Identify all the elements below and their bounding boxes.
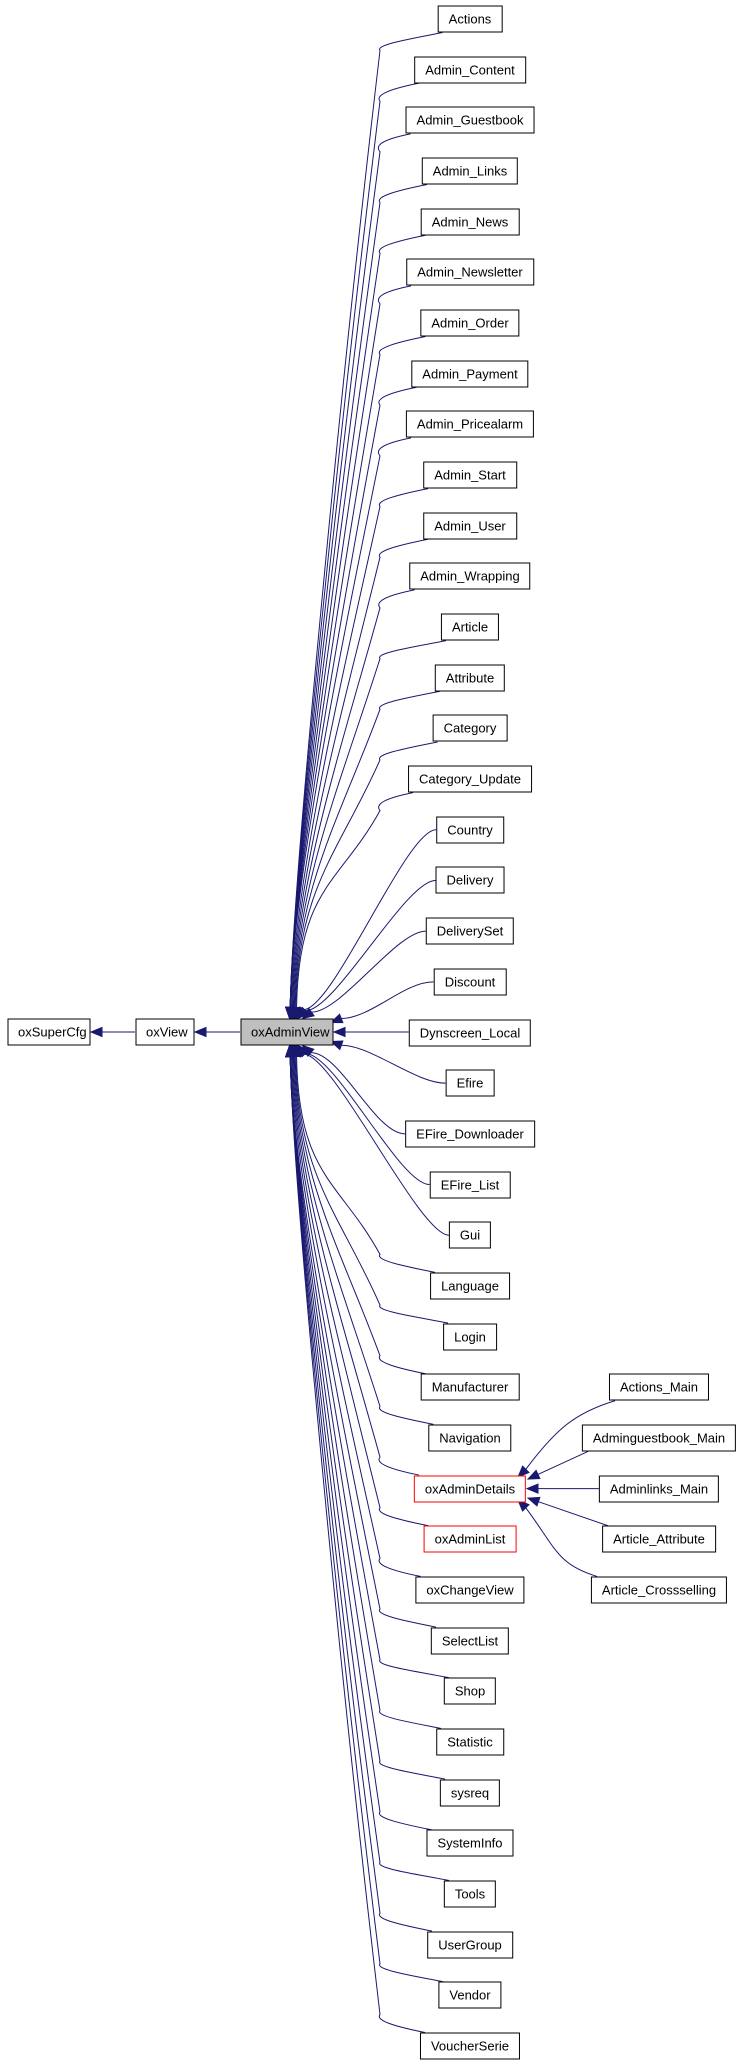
class-node-efire-downloader[interactable]: EFire_Downloader [405, 1120, 535, 1148]
class-node-oxadminview-current[interactable]: oxAdminView [240, 1018, 333, 1046]
class-node-usergroup[interactable]: UserGroup [427, 1931, 513, 1959]
class-node-oxchangeview[interactable]: oxChangeView [415, 1576, 525, 1604]
edge-admin-links [289, 184, 428, 1008]
edge-tools [289, 1056, 450, 1881]
edge-category-update [296, 792, 414, 1008]
edge-statistic [289, 1056, 442, 1729]
class-node-login[interactable]: Login [443, 1323, 497, 1351]
class-node-article-attribute[interactable]: Article_Attribute [602, 1525, 716, 1553]
class-node-admin-user[interactable]: Admin_User [423, 512, 517, 540]
class-node-category-update[interactable]: Category_Update [408, 765, 532, 793]
edge-article-attribute [538, 1501, 609, 1527]
edge-adminguestbook-main [537, 1450, 589, 1475]
edge-admin-payment [289, 386, 417, 1008]
class-node-admin-links[interactable]: Admin_Links [421, 157, 519, 185]
class-node-vendor[interactable]: Vendor [438, 1981, 502, 2009]
class-node-adminlinks-main[interactable]: Adminlinks_Main [598, 1475, 720, 1503]
class-node-language[interactable]: Language [430, 1272, 510, 1300]
class-node-admin-content[interactable]: Admin_Content [414, 56, 526, 84]
class-node-voucherserie[interactable]: VoucherSerie [419, 2032, 521, 2060]
class-node-selectlist[interactable]: SelectList [430, 1627, 510, 1655]
class-node-admin-newsletter[interactable]: Admin_Newsletter [406, 258, 534, 286]
class-node-article[interactable]: Article [440, 613, 500, 641]
class-node-oxview[interactable]: oxView [135, 1018, 194, 1046]
class-node-admin-payment[interactable]: Admin_Payment [411, 360, 529, 388]
class-node-admin-guestbook[interactable]: Admin_Guestbook [405, 106, 535, 134]
class-node-statistic[interactable]: Statistic [436, 1728, 504, 1756]
edge-country [303, 829, 437, 1011]
edge-admin-newsletter [289, 285, 412, 1008]
class-node-systeminfo[interactable]: SystemInfo [426, 1829, 514, 1857]
arrowhead-adminlinks-main [525, 1483, 539, 1494]
class-node-shop[interactable]: Shop [443, 1677, 497, 1705]
class-node-admin-news[interactable]: Admin_News [420, 208, 520, 236]
class-node-oxadmindetails[interactable]: oxAdminDetails [413, 1475, 527, 1503]
edge-efire [341, 1044, 446, 1084]
class-node-efire-list[interactable]: EFire_List [429, 1171, 511, 1199]
edge-voucherserie [289, 1056, 426, 2033]
edge-admin-news [289, 234, 426, 1008]
edge-language [296, 1056, 436, 1273]
class-node-admin-order[interactable]: Admin_Order [420, 309, 520, 337]
arrowhead-dynscreen-local [332, 1026, 346, 1038]
class-node-sysreq[interactable]: sysreq [439, 1779, 501, 1807]
class-node-actions-main[interactable]: Actions_Main [608, 1373, 710, 1401]
class-node-tools[interactable]: Tools [443, 1880, 497, 1908]
class-node-navigation[interactable]: Navigation [428, 1424, 512, 1452]
class-node-delivery[interactable]: Delivery [435, 866, 505, 894]
class-node-manufacturer[interactable]: Manufacturer [420, 1373, 520, 1401]
arrowhead-adminguestbook-main [526, 1469, 541, 1480]
class-node-attribute[interactable]: Attribute [434, 664, 506, 692]
class-node-dynscreen-local[interactable]: Dynscreen_Local [408, 1019, 532, 1046]
class-node-gui[interactable]: Gui [448, 1221, 492, 1249]
class-node-deliveryset[interactable]: DeliverySet [425, 917, 515, 945]
class-node-category[interactable]: Category [432, 714, 508, 742]
class-node-oxsupercfg[interactable]: oxSuperCfg [7, 1018, 90, 1046]
inheritance-edges [89, 32, 616, 2033]
arrowhead-article-attribute [526, 1496, 541, 1507]
class-node-actions[interactable]: Actions [437, 5, 503, 33]
class-node-admin-pricealarm[interactable]: Admin_Pricealarm [405, 410, 535, 438]
class-node-efire[interactable]: Efire [445, 1069, 495, 1097]
class-node-article-crossselling[interactable]: Article_Crossselling [590, 1576, 728, 1604]
edge-admin-pricealarm [289, 437, 412, 1008]
edge-discount [341, 981, 434, 1019]
edge-actions [289, 32, 443, 1008]
arrowhead-oxadminview-to-oxview [193, 1026, 207, 1038]
class-node-discount[interactable]: Discount [433, 968, 507, 996]
class-node-country[interactable]: Country [436, 816, 504, 844]
edge-admin-wrapping [292, 589, 415, 1008]
class-node-admin-wrapping[interactable]: Admin_Wrapping [409, 562, 531, 590]
class-node-oxadminlist[interactable]: oxAdminList [423, 1525, 517, 1553]
edge-login [295, 1056, 449, 1324]
arrowhead-oxview-to-oxsupercfg [89, 1026, 103, 1038]
edge-deliveryset [311, 930, 427, 1013]
class-node-adminguestbook-main[interactable]: Adminguestbook_Main [581, 1424, 737, 1452]
class-node-admin-start[interactable]: Admin_Start [423, 461, 517, 489]
